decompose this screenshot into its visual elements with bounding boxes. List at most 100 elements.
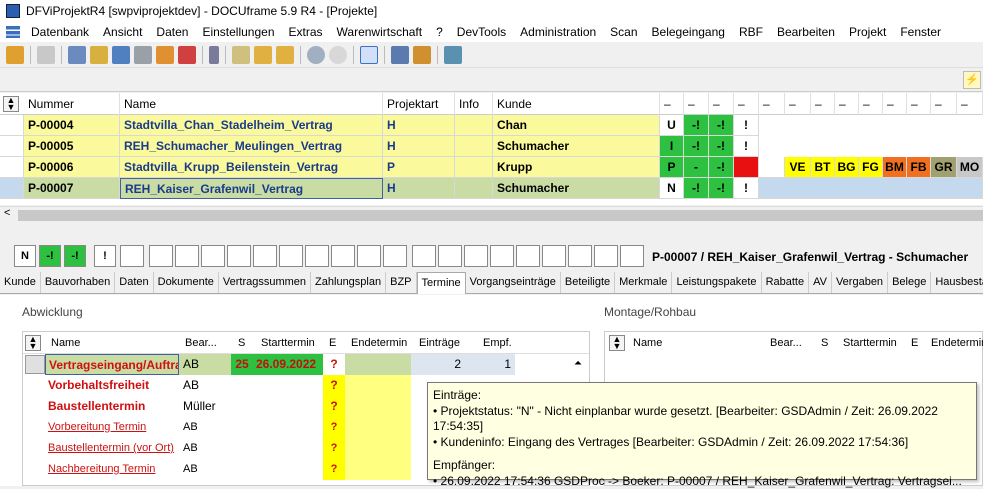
- tab-rabatte[interactable]: Rabatte: [762, 272, 810, 293]
- col-status-12[interactable]: –: [931, 93, 957, 115]
- row-selector[interactable]: [25, 355, 45, 374]
- sort-toggle-icon[interactable]: ▲▼: [609, 335, 625, 351]
- status-box-empty[interactable]: [383, 245, 407, 267]
- col-name[interactable]: Name: [51, 337, 80, 349]
- calendar-icon[interactable]: [178, 46, 196, 64]
- col-e[interactable]: E: [911, 337, 918, 349]
- status-box-empty[interactable]: [542, 245, 566, 267]
- sort-toggle-icon[interactable]: ▲▼: [25, 335, 41, 351]
- users-icon[interactable]: [391, 46, 409, 64]
- tab-beteiligte[interactable]: Beteiligte: [561, 272, 615, 293]
- tag-icon[interactable]: [134, 46, 152, 64]
- status-box-empty[interactable]: [305, 245, 329, 267]
- menu-einstellungen[interactable]: Einstellungen: [195, 25, 281, 39]
- col-status-3[interactable]: –: [709, 93, 734, 115]
- phone-icon[interactable]: [209, 46, 219, 64]
- tab-vertragssummen[interactable]: Vertragssummen: [219, 272, 311, 293]
- milestone-name[interactable]: Nachbereitung Termin: [45, 459, 179, 480]
- box-icon[interactable]: [156, 46, 174, 64]
- table-row-selected[interactable]: P-00007 REH_Kaiser_Grafenwil_Vertrag H S…: [0, 178, 983, 199]
- col-starttermin[interactable]: Starttermin: [843, 337, 897, 349]
- user-add-icon[interactable]: [413, 46, 431, 64]
- menu-rbf[interactable]: RBF: [732, 25, 770, 39]
- col-status-1[interactable]: –: [660, 93, 684, 115]
- menu-ansicht[interactable]: Ansicht: [96, 25, 149, 39]
- status-box-empty[interactable]: [438, 245, 462, 267]
- list-view-icon[interactable]: [360, 46, 378, 64]
- scroll-left-icon[interactable]: <: [4, 207, 10, 219]
- table-row[interactable]: P-00006 Stadtvilla_Krupp_Beilenstein_Ver…: [0, 157, 983, 178]
- milestone-name[interactable]: Baustellentermin (vor Ort): [45, 438, 179, 459]
- col-bearbeiter[interactable]: Bear...: [185, 337, 217, 349]
- col-status-10[interactable]: –: [883, 93, 907, 115]
- status-box-empty[interactable]: [175, 245, 199, 267]
- status-box-empty[interactable]: [201, 245, 225, 267]
- status-box-empty[interactable]: [331, 245, 355, 267]
- status-box-empty[interactable]: [227, 245, 251, 267]
- status-box-empty[interactable]: [620, 245, 644, 267]
- menu-fenster[interactable]: Fenster: [893, 25, 948, 39]
- status-box-empty[interactable]: [464, 245, 488, 267]
- menu-administration[interactable]: Administration: [513, 25, 603, 39]
- col-bearbeiter[interactable]: Bear...: [770, 337, 802, 349]
- col-s[interactable]: S: [821, 337, 828, 349]
- col-s[interactable]: S: [238, 337, 245, 349]
- col-status-8[interactable]: –: [835, 93, 859, 115]
- col-info[interactable]: Info: [455, 93, 493, 115]
- status-box-empty[interactable]: [279, 245, 303, 267]
- menu-warenwirtschaft[interactable]: Warenwirtschaft: [330, 25, 430, 39]
- tab-merkmale[interactable]: Merkmale: [615, 272, 672, 293]
- col-endetermin[interactable]: Endetermin: [351, 337, 407, 349]
- tab-vorgangseintraege[interactable]: Vorgangseinträge: [466, 272, 561, 293]
- menu-extras[interactable]: Extras: [282, 25, 330, 39]
- search-icon[interactable]: [307, 46, 325, 64]
- col-status-9[interactable]: –: [859, 93, 883, 115]
- col-e[interactable]: E: [329, 337, 336, 349]
- col-eintraege[interactable]: Einträge: [419, 337, 460, 349]
- milestone-name[interactable]: Vorbereitung Termin: [45, 417, 179, 438]
- status-box-empty[interactable]: [516, 245, 540, 267]
- tab-kunde[interactable]: Kunde: [0, 272, 41, 293]
- folder-export-icon[interactable]: [276, 46, 294, 64]
- col-kunde[interactable]: Kunde: [493, 93, 660, 115]
- row-selector[interactable]: [0, 115, 24, 136]
- tab-belege[interactable]: Belege: [888, 272, 931, 293]
- table-row[interactable]: Vertragseingang/Auftra AB 25 26.09.2022 …: [23, 354, 589, 375]
- status-box[interactable]: -!: [64, 245, 86, 267]
- col-status-11[interactable]: –: [907, 93, 931, 115]
- menu-scan[interactable]: Scan: [603, 25, 644, 39]
- tab-zahlungsplan[interactable]: Zahlungsplan: [311, 272, 386, 293]
- tab-vergaben[interactable]: Vergaben: [832, 272, 888, 293]
- tool-folder-icon[interactable]: [6, 46, 24, 64]
- menu-daten[interactable]: Daten: [149, 25, 195, 39]
- status-box-empty[interactable]: [568, 245, 592, 267]
- status-box-empty[interactable]: [149, 245, 173, 267]
- col-endetermin[interactable]: Endetermin: [931, 337, 983, 349]
- menu-help[interactable]: ?: [429, 25, 450, 39]
- col-empf[interactable]: Empf.: [483, 337, 512, 349]
- status-box-empty[interactable]: [120, 245, 144, 267]
- export-icon[interactable]: [444, 46, 462, 64]
- col-projektart[interactable]: Projektart: [383, 93, 455, 115]
- menu-datenbank[interactable]: Datenbank: [24, 25, 96, 39]
- status-box-empty[interactable]: [357, 245, 381, 267]
- tab-bauvorhaben[interactable]: Bauvorhaben: [41, 272, 115, 293]
- image-icon[interactable]: [232, 46, 250, 64]
- system-menu-icon[interactable]: [6, 26, 20, 38]
- status-box-empty[interactable]: [490, 245, 514, 267]
- menu-belegeingang[interactable]: Belegeingang: [645, 25, 732, 39]
- table-row[interactable]: P-00005 REH_Schumacher_Meulingen_Vertrag…: [0, 136, 983, 157]
- tab-hausbestand[interactable]: Hausbestand: [931, 272, 983, 293]
- tab-leistungspakete[interactable]: Leistungspakete: [672, 272, 761, 293]
- status-box-empty[interactable]: [594, 245, 618, 267]
- row-selector[interactable]: [0, 136, 24, 157]
- col-status-4[interactable]: –: [734, 93, 759, 115]
- lightning-edit-icon[interactable]: ⚡: [963, 71, 981, 89]
- menu-devtools[interactable]: DevTools: [450, 25, 513, 39]
- row-selector[interactable]: [0, 178, 24, 199]
- row-selector[interactable]: [0, 157, 24, 178]
- col-status-6[interactable]: –: [785, 93, 811, 115]
- notes-icon[interactable]: [90, 46, 108, 64]
- folder-new-icon[interactable]: [254, 46, 272, 64]
- tab-bzp[interactable]: BZP: [386, 272, 416, 293]
